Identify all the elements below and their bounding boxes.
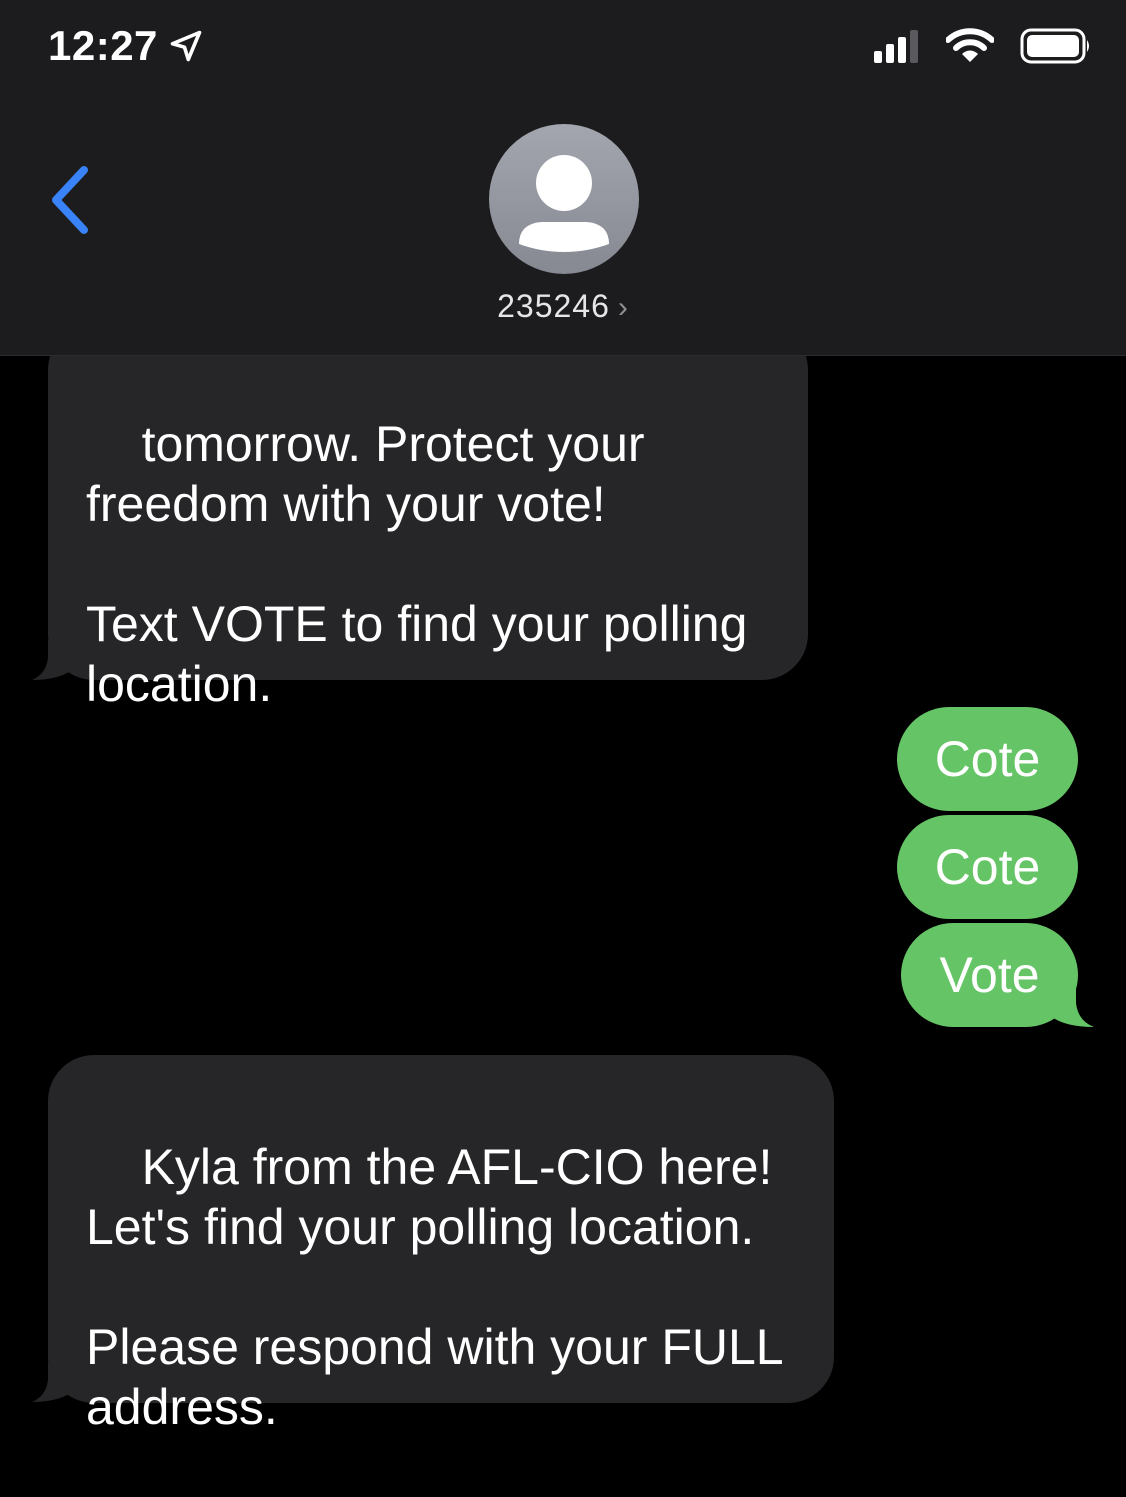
status-bar-indicators [874,28,1092,64]
incoming-message-bubble[interactable]: tomorrow. Protect your freedom with your… [48,324,808,712]
contact-name-text: 235246 [497,288,610,324]
conversation-header: 12:27 235246 › [0,0,1126,356]
message-text: Kyla from the AFL-CIO here! Let's find y… [86,1139,784,1435]
message-text: Vote [939,947,1040,1003]
outgoing-message-bubble[interactable]: Vote [901,923,1078,1027]
contact-name-button[interactable]: 235246 › [0,288,1126,325]
contact-avatar[interactable] [489,124,639,274]
wifi-icon [946,28,994,62]
cellular-signal-icon [874,30,918,63]
chevron-right-icon: › [617,291,629,324]
person-silhouette-icon [519,155,609,252]
chevron-left-icon[interactable] [44,160,104,240]
outgoing-message-bubble[interactable]: Cote [897,707,1078,811]
status-bar-time: 12:27 [48,22,204,70]
clock-text: 12:27 [48,22,158,69]
location-arrow-icon [170,30,202,62]
incoming-message-bubble[interactable]: Kyla from the AFL-CIO here! Let's find y… [48,1055,834,1435]
message-text: Cote [934,731,1041,787]
message-text: tomorrow. Protect your freedom with your… [86,416,748,712]
message-text: Cote [934,839,1041,895]
battery-icon [1020,28,1089,64]
outgoing-message-bubble[interactable]: Cote [897,815,1078,919]
